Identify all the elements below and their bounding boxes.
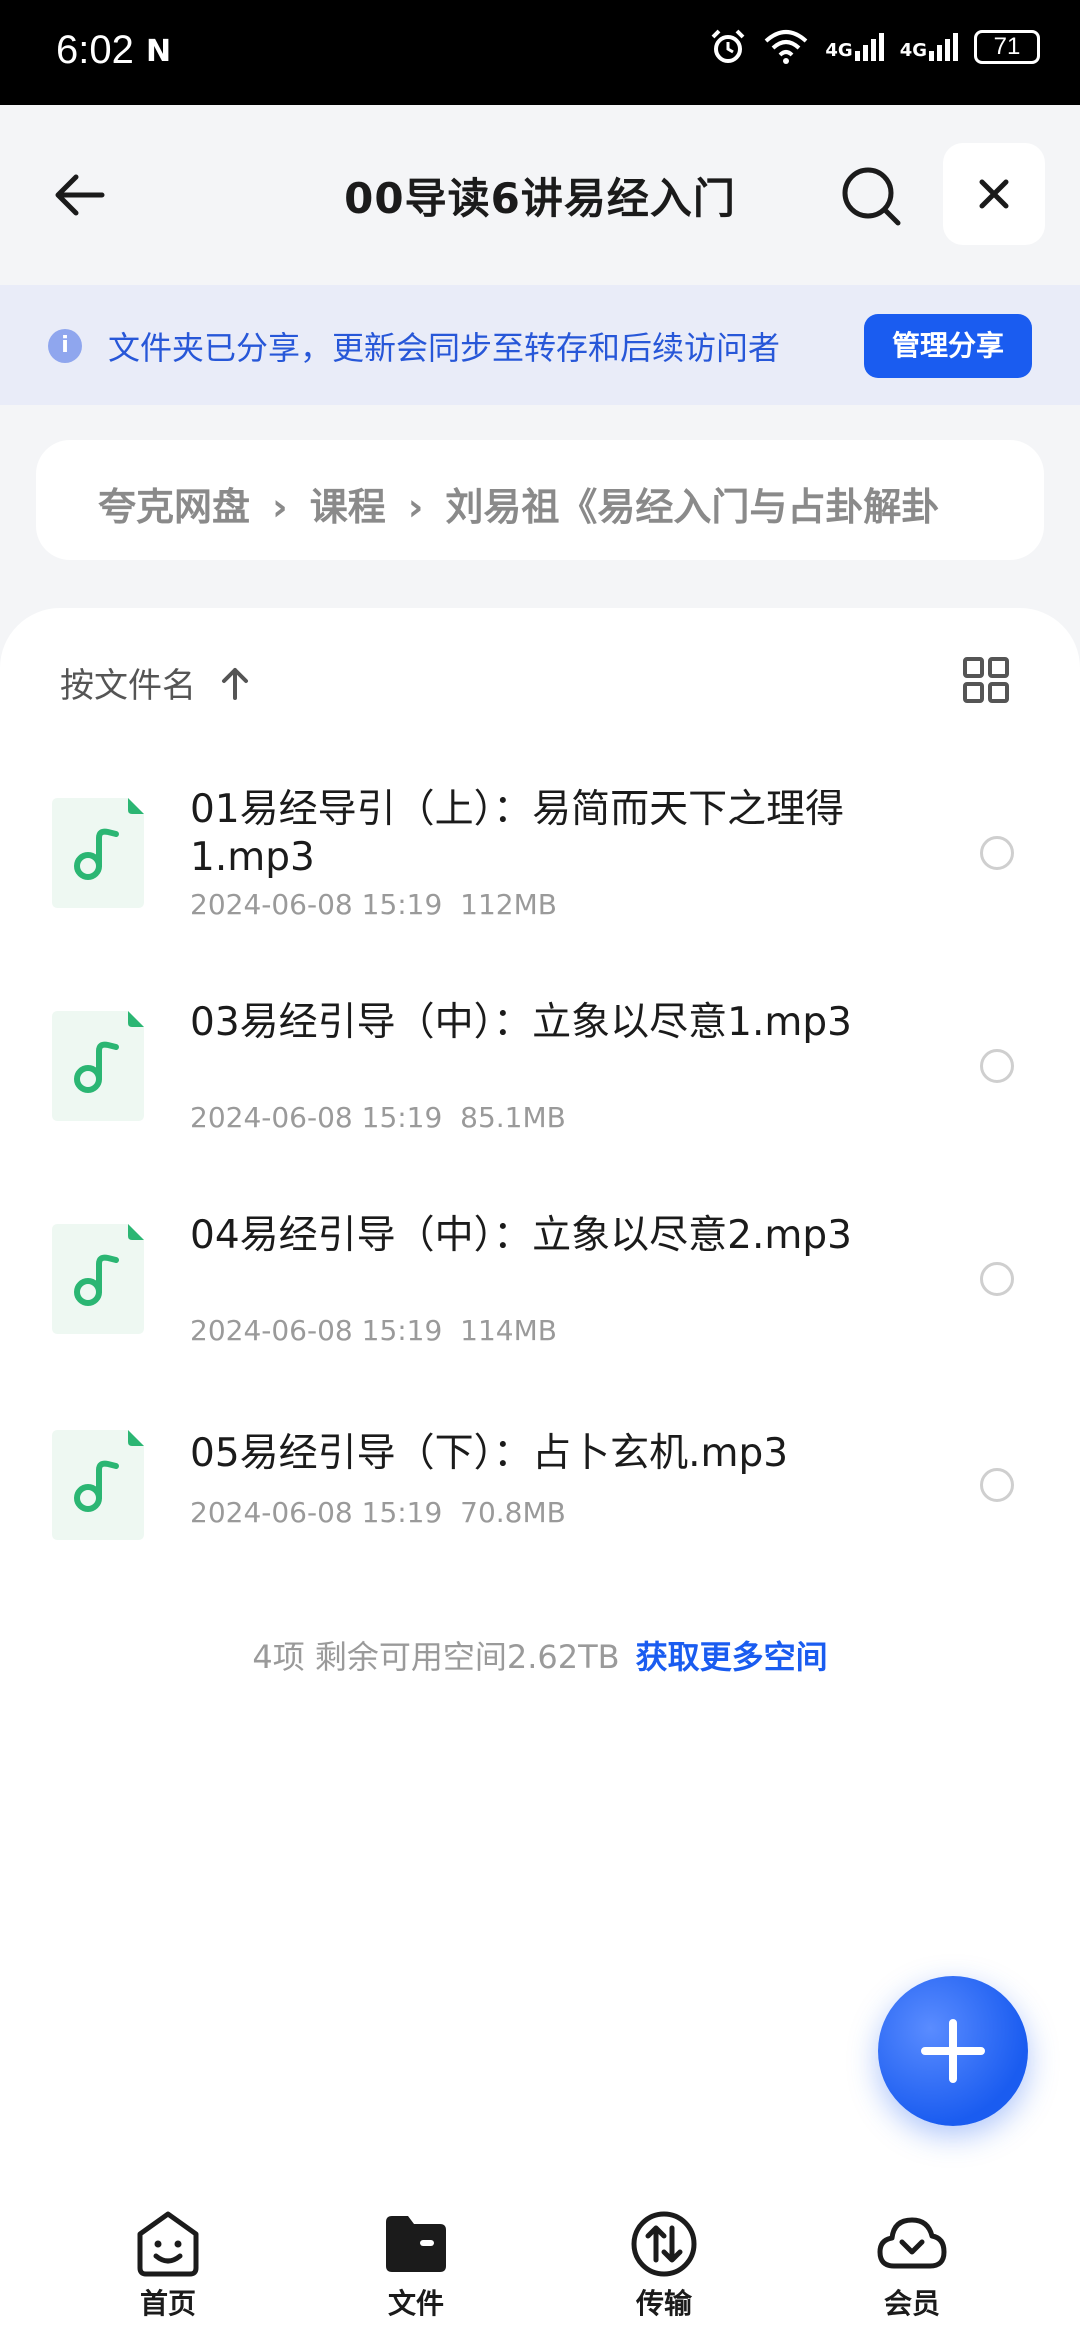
chevron-right-icon: › (272, 485, 288, 529)
breadcrumb-item-courses[interactable]: 课程 (310, 485, 386, 529)
file-date: 2024-06-08 15:19 (190, 1496, 443, 1529)
cell-signal-1: 4G (825, 33, 884, 61)
file-meta: 2024-06-08 15:19 112MB (190, 888, 557, 921)
file-list-card: 按文件名 01易经导引（上）：易简而天下之理得1.mp3 2024-06-08 … (0, 608, 1080, 2168)
nav-label: 传输 (635, 2287, 692, 2320)
item-count-space: 4项 剩余可用空间2.62TB (252, 1638, 620, 1676)
status-icons: 4G 4G 71 (709, 28, 1040, 66)
select-radio[interactable] (980, 1262, 1014, 1296)
nav-label: 会员 (883, 2287, 940, 2320)
share-notice-banner: i 文件夹已分享，更新会同步至转存和后续访问者 管理分享 (0, 285, 1080, 405)
file-date: 2024-06-08 15:19 (190, 1314, 443, 1347)
close-button[interactable] (943, 143, 1045, 245)
nav-item-member[interactable]: 会员 (852, 2208, 972, 2322)
nav-label: 文件 (387, 2287, 444, 2320)
home-face-icon (137, 2211, 199, 2277)
nav-label: 首页 (139, 2287, 196, 2320)
file-date: 2024-06-08 15:19 (190, 888, 443, 921)
wifi-icon (765, 30, 808, 64)
manage-share-button[interactable]: 管理分享 (864, 314, 1032, 378)
sort-label: 按文件名 (60, 666, 196, 706)
get-more-space-link[interactable]: 获取更多空间 (636, 1638, 828, 1676)
nav-item-files[interactable]: 文件 (356, 2208, 476, 2322)
status-time: 6:02 (56, 28, 134, 72)
nav-item-home[interactable]: 首页 (108, 2208, 228, 2322)
top-bar: 00导读6讲易经入门 (0, 105, 1080, 285)
file-size: 85.1MB (460, 1101, 566, 1134)
file-size: 112MB (460, 888, 557, 921)
chevron-right-icon: › (407, 485, 424, 529)
audio-file-icon (52, 1011, 144, 1121)
sort-control[interactable]: 按文件名 (60, 658, 250, 707)
alarm-icon (711, 29, 745, 63)
battery-level: 71 (993, 33, 1021, 60)
info-icon: i (48, 329, 82, 363)
transfer-icon (631, 2211, 697, 2277)
folder-icon (386, 2216, 446, 2272)
file-size: 70.8MB (460, 1496, 566, 1529)
file-meta: 2024-06-08 15:19 70.8MB (190, 1496, 566, 1529)
breadcrumb: 夸克网盘 › 课程 › 刘易祖《易经入门与占卦解卦 (36, 440, 1044, 560)
grid-view-icon[interactable] (962, 656, 1010, 704)
file-size: 114MB (460, 1314, 557, 1347)
file-meta: 2024-06-08 15:19 85.1MB (190, 1101, 566, 1134)
file-name: 05易经引导（下）：占卜玄机.mp3 (190, 1431, 789, 1476)
audio-file-icon (52, 1224, 144, 1334)
audio-file-icon (52, 798, 144, 908)
audio-file-icon (52, 1430, 144, 1540)
share-notice-text: 文件夹已分享，更新会同步至转存和后续访问者 (108, 329, 781, 367)
bottom-nav: 首页 文件 传输 会员 (0, 2168, 1080, 2340)
storage-info: 4项 剩余可用空间2.62TB 获取更多空间 (0, 1632, 1080, 1678)
file-name: 03易经引导（中）：立象以尽意1.mp3 (190, 1000, 852, 1045)
nav-item-transfer[interactable]: 传输 (604, 2208, 724, 2322)
nfc-icon: N (146, 34, 172, 69)
cloud-icon (877, 2217, 947, 2269)
select-radio[interactable] (980, 836, 1014, 870)
breadcrumb-item-root[interactable]: 夸克网盘 (98, 485, 250, 529)
arrow-up-icon (222, 667, 248, 700)
select-radio[interactable] (980, 1049, 1014, 1083)
file-date: 2024-06-08 15:19 (190, 1101, 443, 1134)
add-button[interactable] (878, 1976, 1028, 2126)
breadcrumb-item-current[interactable]: 刘易祖《易经入门与占卦解卦 (445, 485, 939, 529)
file-name: 01易经导引（上）：易简而天下之理得1.mp3 (190, 787, 845, 880)
plus-icon (921, 2019, 985, 2083)
file-meta: 2024-06-08 15:19 114MB (190, 1314, 557, 1347)
file-name: 04易经引导（中）：立象以尽意2.mp3 (190, 1213, 852, 1258)
page-title: 00导读6讲易经入门 (344, 174, 736, 223)
status-bar: 6:02 N 4G 4G 71 (0, 0, 1080, 105)
close-icon (979, 179, 1009, 209)
cell-signal-2: 4G (900, 33, 958, 61)
search-icon[interactable] (838, 163, 904, 229)
battery-icon: 71 (974, 30, 1040, 64)
select-radio[interactable] (980, 1468, 1014, 1502)
